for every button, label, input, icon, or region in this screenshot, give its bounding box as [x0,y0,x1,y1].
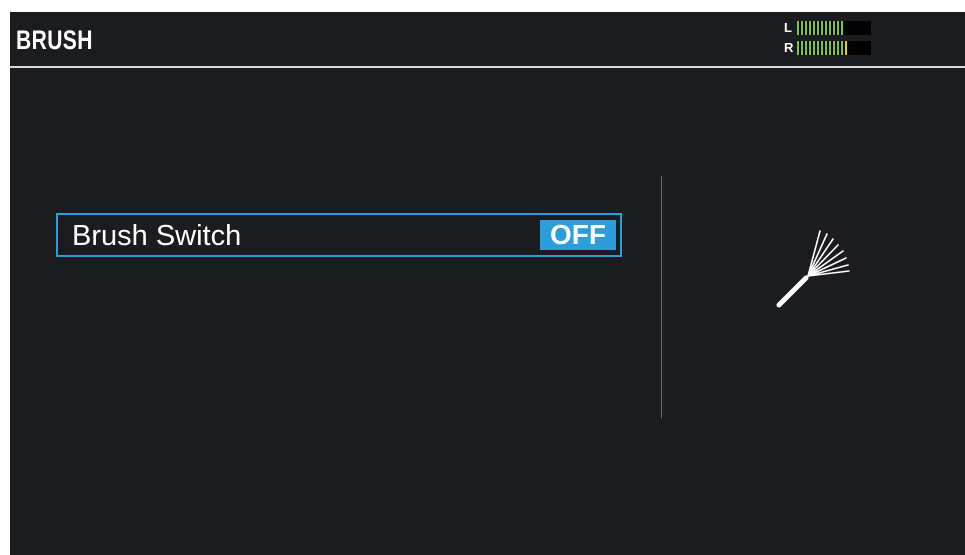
brush-switch-parameter[interactable]: Brush Switch OFF [56,213,622,257]
meter-segment-left [801,21,803,35]
meter-segment-left [797,21,799,35]
level-meter: L R [784,19,874,59]
meter-label-right: R [784,40,794,55]
meter-segment-right [833,41,835,55]
meter-segment-right [837,41,839,55]
parameter-label: Brush Switch [72,220,242,252]
meter-segment-right [845,41,847,55]
meter-segment-right [801,41,803,55]
meter-segment-right [821,41,823,55]
meter-row-right: R [784,40,874,55]
meter-bar-left [797,21,871,35]
meter-bar-right [797,41,871,55]
meter-segment-left [809,21,811,35]
brush-icon [776,230,850,308]
meter-segment-left [833,21,835,35]
meter-segment-left [821,21,823,35]
meter-segment-right [841,41,843,55]
meter-segment-right [797,41,799,55]
meter-segment-right [809,41,811,55]
meter-segment-left [841,21,843,35]
parameter-value[interactable]: OFF [540,220,616,250]
meter-segment-right [813,41,815,55]
meter-segment-left [829,21,831,35]
meter-segment-left [813,21,815,35]
meter-segment-right [805,41,807,55]
vertical-divider [661,176,662,418]
meter-segment-right [829,41,831,55]
meter-segment-left [837,21,839,35]
header-bar: BRUSH L R [10,12,965,66]
page-title: BRUSH [16,25,93,55]
meter-segment-left [805,21,807,35]
meter-row-left: L [784,20,874,35]
meter-segment-right [817,41,819,55]
header-divider [10,66,965,68]
meter-label-left: L [784,20,792,35]
screen: BRUSH L R Brush Switch OFF [10,12,965,555]
meter-segment-left [825,21,827,35]
meter-segment-right [825,41,827,55]
meter-segment-left [817,21,819,35]
